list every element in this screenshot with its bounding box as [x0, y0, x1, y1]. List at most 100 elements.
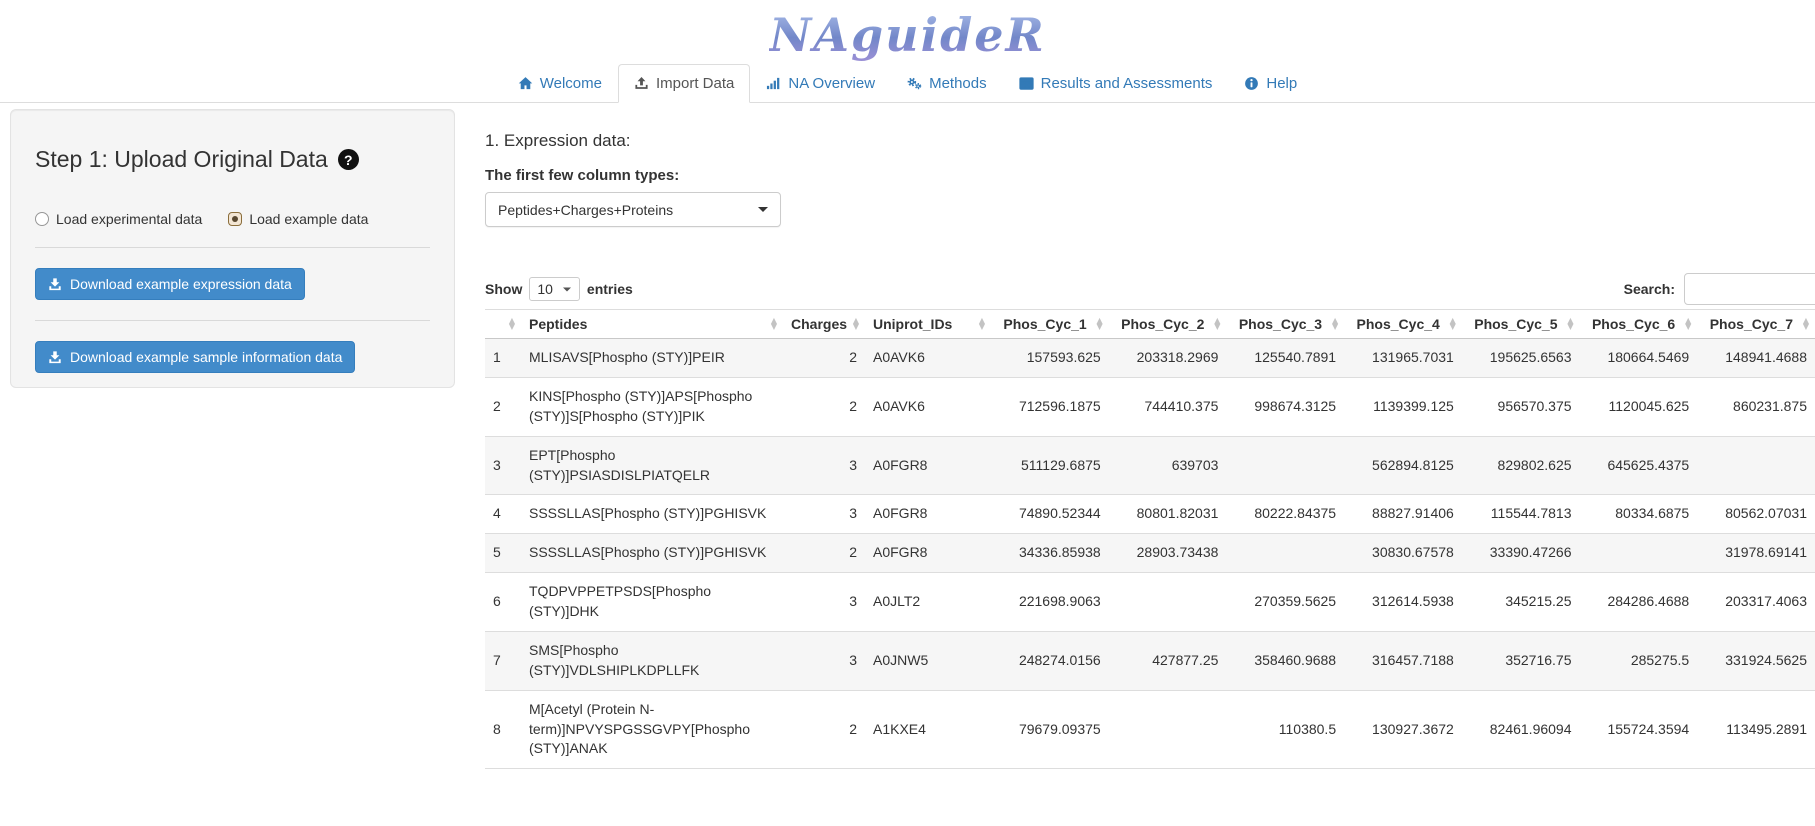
cell: 427877.25: [1109, 631, 1227, 690]
cell: M[Acetyl (Protein N-term)]NPVYSPGSSGVPY[…: [521, 690, 783, 769]
cell: 80562.07031: [1697, 495, 1815, 534]
cell: TQDPVPPETPSDS[Phospho (STY)]DHK: [521, 573, 783, 632]
cell: A0FGR8: [865, 436, 991, 495]
col-header-phos-cyc-4[interactable]: Phos_Cyc_4▲▼: [1344, 310, 1462, 339]
cell: A1KXE4: [865, 690, 991, 769]
upload-panel: Step 1: Upload Original Data ? Load expe…: [10, 109, 455, 388]
cell: 82461.96094: [1462, 690, 1580, 769]
cell: 130927.3672: [1344, 690, 1462, 769]
main-content: 1. Expression data: The first few column…: [455, 109, 1815, 769]
column-types-label: The first few column types:: [485, 167, 1815, 184]
cell: A0AVK6: [865, 339, 991, 378]
cell: [1697, 436, 1815, 495]
info-icon: [1244, 76, 1259, 91]
panel-title-text: Step 1: Upload Original Data: [35, 146, 328, 173]
row-index: 7: [485, 631, 521, 690]
radio-label: Load experimental data: [56, 211, 202, 227]
search-input[interactable]: [1684, 273, 1815, 305]
page-length-control: Show 10 entries: [485, 277, 633, 301]
cell: 131965.7031: [1344, 339, 1462, 378]
sort-icon: ▲▼: [1803, 318, 1809, 330]
home-icon: [518, 76, 533, 91]
cell: 110380.5: [1226, 690, 1344, 769]
cell: 316457.7188: [1344, 631, 1462, 690]
cell: 195625.6563: [1462, 339, 1580, 378]
nav-tab-label: Welcome: [540, 75, 602, 92]
download-sample-info-button[interactable]: Download example sample information data: [35, 341, 355, 373]
cell: MLISAVS[Phospho (STY)]PEIR: [521, 339, 783, 378]
cell: 28903.73438: [1109, 534, 1227, 573]
nav-tab-help[interactable]: Help: [1228, 64, 1313, 103]
sort-icon: ▲▼: [853, 318, 859, 330]
cell: 2: [783, 690, 865, 769]
cell: 956570.375: [1462, 377, 1580, 436]
cell: 645625.4375: [1580, 436, 1698, 495]
table-row: 7SMS[Phospho (STY)]VDLSHIPLKDPLLFK3A0JNW…: [485, 631, 1815, 690]
radio-dot: [35, 212, 49, 226]
nav-tab-results-and-assessments[interactable]: Results and Assessments: [1003, 64, 1229, 103]
cell: 74890.52344: [991, 495, 1109, 534]
radio-label: Load example data: [249, 211, 368, 227]
cell: 79679.09375: [991, 690, 1109, 769]
sort-icon: ▲▼: [1332, 318, 1338, 330]
cell: 3: [783, 495, 865, 534]
cell: 284286.4688: [1580, 573, 1698, 632]
question-icon[interactable]: ?: [338, 149, 359, 170]
nav-tab-methods[interactable]: Methods: [891, 64, 1003, 103]
cell: 80222.84375: [1226, 495, 1344, 534]
sort-icon: ▲▼: [771, 318, 777, 330]
caret-down-icon: [563, 287, 571, 291]
cell: 157593.625: [991, 339, 1109, 378]
download-expression-button[interactable]: Download example expression data: [35, 268, 305, 300]
row-index: 2: [485, 377, 521, 436]
col-header-phos-cyc-1[interactable]: Phos_Cyc_1▲▼: [991, 310, 1109, 339]
nav-tab-label: Help: [1266, 75, 1297, 92]
divider: [35, 320, 430, 321]
cell: [1226, 534, 1344, 573]
row-index: 4: [485, 495, 521, 534]
cell: 998674.3125: [1226, 377, 1344, 436]
cell: 203317.4063: [1697, 573, 1815, 632]
radio-load-experimental-data[interactable]: Load experimental data: [35, 211, 202, 227]
col-header-phos-cyc-6[interactable]: Phos_Cyc_6▲▼: [1580, 310, 1698, 339]
row-index: 1: [485, 339, 521, 378]
nav-tab-label: Results and Assessments: [1041, 75, 1213, 92]
table-toolbar: Show 10 entries Search:: [485, 273, 1815, 305]
nav-tab-label: NA Overview: [788, 75, 875, 92]
col-header-label: Uniprot_IDs: [873, 316, 952, 332]
table-row: 3EPT[Phospho (STY)]PSIASDISLPIATQELR3A0F…: [485, 436, 1815, 495]
col-header-phos-cyc-2[interactable]: Phos_Cyc_2▲▼: [1109, 310, 1227, 339]
cell: 2: [783, 377, 865, 436]
col-header-peptides[interactable]: Peptides▲▼: [521, 310, 783, 339]
row-index: 6: [485, 573, 521, 632]
column-types-select[interactable]: Peptides+Charges+Proteins: [485, 192, 781, 227]
cell: 511129.6875: [991, 436, 1109, 495]
search-label: Search:: [1624, 281, 1675, 297]
col-header-phos-cyc-3[interactable]: Phos_Cyc_3▲▼: [1226, 310, 1344, 339]
entries-label: entries: [587, 281, 633, 297]
cell: 744410.375: [1109, 377, 1227, 436]
nav-tab-na-overview[interactable]: NA Overview: [750, 64, 891, 103]
page-length-select[interactable]: 10: [529, 277, 580, 301]
cell: 2: [783, 339, 865, 378]
cell: [1226, 436, 1344, 495]
download-icon: [48, 350, 62, 364]
sort-icon: ▲▼: [1685, 318, 1691, 330]
data-source-radio-group: Load experimental data Load example data: [35, 211, 430, 227]
col-header-phos-cyc-7[interactable]: Phos_Cyc_7▲▼: [1697, 310, 1815, 339]
nav-tab-welcome[interactable]: Welcome: [502, 64, 618, 103]
cell: 1120045.625: [1580, 377, 1698, 436]
cell: [1109, 573, 1227, 632]
cell: A0FGR8: [865, 495, 991, 534]
cell: 712596.1875: [991, 377, 1109, 436]
nav-tab-import-data[interactable]: Import Data: [618, 64, 750, 103]
gears-icon: [907, 76, 922, 91]
radio-load-example-data[interactable]: Load example data: [228, 211, 368, 227]
col-header-charges[interactable]: Charges▲▼: [783, 310, 865, 339]
cell: 180664.5469: [1580, 339, 1698, 378]
col-header-phos-cyc-5[interactable]: Phos_Cyc_5▲▼: [1462, 310, 1580, 339]
col-header-rownum[interactable]: ▲▼: [485, 310, 521, 339]
col-header-uniprot-ids[interactable]: Uniprot_IDs▲▼: [865, 310, 991, 339]
caret-down-icon: [758, 207, 768, 212]
cell: 33390.47266: [1462, 534, 1580, 573]
